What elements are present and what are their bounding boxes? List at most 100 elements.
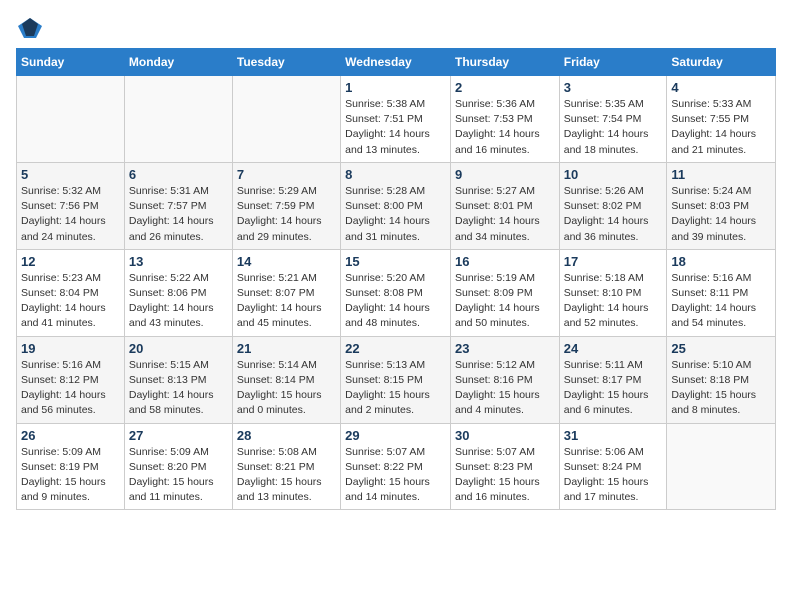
calendar-cell: 11 Sunrise: 5:24 AM Sunset: 8:03 PM Dayli… — [667, 162, 776, 249]
day-number: 22 — [345, 341, 446, 356]
day-info: Sunrise: 5:13 AM Sunset: 8:15 PM Dayligh… — [345, 358, 446, 419]
calendar-week-row: 1 Sunrise: 5:38 AM Sunset: 7:51 PM Daylig… — [17, 76, 776, 163]
day-number: 4 — [671, 80, 771, 95]
weekday-header: Tuesday — [232, 49, 340, 76]
day-number: 19 — [21, 341, 120, 356]
day-number: 27 — [129, 428, 228, 443]
weekday-header: Sunday — [17, 49, 125, 76]
day-number: 24 — [564, 341, 663, 356]
calendar-cell: 16 Sunrise: 5:19 AM Sunset: 8:09 PM Dayli… — [450, 249, 559, 336]
calendar-cell: 23 Sunrise: 5:12 AM Sunset: 8:16 PM Dayli… — [450, 336, 559, 423]
calendar-cell: 30Sunrise: 5:07 AM Sunset: 8:23 PM Dayli… — [450, 423, 559, 510]
day-number: 10 — [564, 167, 663, 182]
page-header — [16, 16, 776, 40]
day-info: Sunrise: 5:36 AM Sunset: 7:53 PM Dayligh… — [455, 97, 555, 158]
day-info: Sunrise: 5:14 AM Sunset: 8:14 PM Dayligh… — [237, 358, 336, 419]
calendar-cell — [667, 423, 776, 510]
calendar-cell — [124, 76, 232, 163]
weekday-header: Thursday — [450, 49, 559, 76]
calendar-cell: 4 Sunrise: 5:33 AM Sunset: 7:55 PM Daylig… — [667, 76, 776, 163]
day-info: Sunrise: 5:08 AM Sunset: 8:21 PM Dayligh… — [237, 445, 336, 506]
calendar-cell: 28 Sunrise: 5:08 AM Sunset: 8:21 PM Dayli… — [232, 423, 340, 510]
calendar-cell — [232, 76, 340, 163]
day-info: Sunrise: 5:29 AM Sunset: 7:59 PM Dayligh… — [237, 184, 336, 245]
calendar-cell: 15 Sunrise: 5:20 AM Sunset: 8:08 PM Dayli… — [341, 249, 451, 336]
day-number: 23 — [455, 341, 555, 356]
day-number: 12 — [21, 254, 120, 269]
day-info: Sunrise: 5:16 AM Sunset: 8:11 PM Dayligh… — [671, 271, 771, 332]
day-info: Sunrise: 5:31 AM Sunset: 7:57 PM Dayligh… — [129, 184, 228, 245]
calendar-cell: 1 Sunrise: 5:38 AM Sunset: 7:51 PM Daylig… — [341, 76, 451, 163]
logo — [16, 16, 44, 40]
calendar-cell: 21 Sunrise: 5:14 AM Sunset: 8:14 PM Dayli… — [232, 336, 340, 423]
day-number: 2 — [455, 80, 555, 95]
day-info: Sunrise: 5:38 AM Sunset: 7:51 PM Dayligh… — [345, 97, 446, 158]
day-info: Sunrise: 5:24 AM Sunset: 8:03 PM Dayligh… — [671, 184, 771, 245]
day-info: Sunrise: 5:20 AM Sunset: 8:08 PM Dayligh… — [345, 271, 446, 332]
day-info: Sunrise: 5:28 AM Sunset: 8:00 PM Dayligh… — [345, 184, 446, 245]
day-number: 7 — [237, 167, 336, 182]
calendar-cell: 9 Sunrise: 5:27 AM Sunset: 8:01 PM Daylig… — [450, 162, 559, 249]
calendar-cell: 10 Sunrise: 5:26 AM Sunset: 8:02 PM Dayli… — [559, 162, 667, 249]
calendar-cell — [17, 76, 125, 163]
calendar-week-row: 12Sunrise: 5:23 AM Sunset: 8:04 PM Dayli… — [17, 249, 776, 336]
logo-icon — [16, 16, 44, 40]
day-number: 1 — [345, 80, 446, 95]
calendar-cell: 17Sunrise: 5:18 AM Sunset: 8:10 PM Dayli… — [559, 249, 667, 336]
day-info: Sunrise: 5:09 AM Sunset: 8:19 PM Dayligh… — [21, 445, 120, 506]
day-info: Sunrise: 5:19 AM Sunset: 8:09 PM Dayligh… — [455, 271, 555, 332]
day-number: 18 — [671, 254, 771, 269]
calendar-cell: 7 Sunrise: 5:29 AM Sunset: 7:59 PM Daylig… — [232, 162, 340, 249]
calendar-table: SundayMondayTuesdayWednesdayThursdayFrid… — [16, 48, 776, 510]
calendar-cell: 29Sunrise: 5:07 AM Sunset: 8:22 PM Dayli… — [341, 423, 451, 510]
day-info: Sunrise: 5:15 AM Sunset: 8:13 PM Dayligh… — [129, 358, 228, 419]
calendar-cell: 27 Sunrise: 5:09 AM Sunset: 8:20 PM Dayli… — [124, 423, 232, 510]
day-number: 31 — [564, 428, 663, 443]
day-info: Sunrise: 5:32 AM Sunset: 7:56 PM Dayligh… — [21, 184, 120, 245]
calendar-week-row: 26 Sunrise: 5:09 AM Sunset: 8:19 PM Dayli… — [17, 423, 776, 510]
day-number: 3 — [564, 80, 663, 95]
calendar-cell: 5 Sunrise: 5:32 AM Sunset: 7:56 PM Daylig… — [17, 162, 125, 249]
calendar-cell: 14 Sunrise: 5:21 AM Sunset: 8:07 PM Dayli… — [232, 249, 340, 336]
weekday-header: Saturday — [667, 49, 776, 76]
calendar-week-row: 19 Sunrise: 5:16 AM Sunset: 8:12 PM Dayli… — [17, 336, 776, 423]
day-number: 28 — [237, 428, 336, 443]
day-info: Sunrise: 5:10 AM Sunset: 8:18 PM Dayligh… — [671, 358, 771, 419]
day-info: Sunrise: 5:33 AM Sunset: 7:55 PM Dayligh… — [671, 97, 771, 158]
calendar-cell: 2 Sunrise: 5:36 AM Sunset: 7:53 PM Daylig… — [450, 76, 559, 163]
day-number: 21 — [237, 341, 336, 356]
calendar-cell: 22 Sunrise: 5:13 AM Sunset: 8:15 PM Dayli… — [341, 336, 451, 423]
day-info: Sunrise: 5:12 AM Sunset: 8:16 PM Dayligh… — [455, 358, 555, 419]
calendar-cell: 24Sunrise: 5:11 AM Sunset: 8:17 PM Dayli… — [559, 336, 667, 423]
day-info: Sunrise: 5:07 AM Sunset: 8:23 PM Dayligh… — [455, 445, 555, 506]
day-info: Sunrise: 5:26 AM Sunset: 8:02 PM Dayligh… — [564, 184, 663, 245]
day-info: Sunrise: 5:18 AM Sunset: 8:10 PM Dayligh… — [564, 271, 663, 332]
day-number: 13 — [129, 254, 228, 269]
day-number: 8 — [345, 167, 446, 182]
calendar-cell: 8 Sunrise: 5:28 AM Sunset: 8:00 PM Daylig… — [341, 162, 451, 249]
calendar-cell: 25 Sunrise: 5:10 AM Sunset: 8:18 PM Dayli… — [667, 336, 776, 423]
day-number: 5 — [21, 167, 120, 182]
day-number: 14 — [237, 254, 336, 269]
day-number: 6 — [129, 167, 228, 182]
day-number: 9 — [455, 167, 555, 182]
weekday-header: Monday — [124, 49, 232, 76]
calendar-cell: 12Sunrise: 5:23 AM Sunset: 8:04 PM Dayli… — [17, 249, 125, 336]
calendar-cell: 20Sunrise: 5:15 AM Sunset: 8:13 PM Dayli… — [124, 336, 232, 423]
day-info: Sunrise: 5:07 AM Sunset: 8:22 PM Dayligh… — [345, 445, 446, 506]
day-number: 25 — [671, 341, 771, 356]
day-number: 26 — [21, 428, 120, 443]
weekday-header-row: SundayMondayTuesdayWednesdayThursdayFrid… — [17, 49, 776, 76]
day-number: 15 — [345, 254, 446, 269]
calendar-cell: 3 Sunrise: 5:35 AM Sunset: 7:54 PM Daylig… — [559, 76, 667, 163]
day-number: 16 — [455, 254, 555, 269]
calendar-cell: 18 Sunrise: 5:16 AM Sunset: 8:11 PM Dayli… — [667, 249, 776, 336]
calendar-cell: 6 Sunrise: 5:31 AM Sunset: 7:57 PM Daylig… — [124, 162, 232, 249]
day-info: Sunrise: 5:27 AM Sunset: 8:01 PM Dayligh… — [455, 184, 555, 245]
day-info: Sunrise: 5:16 AM Sunset: 8:12 PM Dayligh… — [21, 358, 120, 419]
day-info: Sunrise: 5:35 AM Sunset: 7:54 PM Dayligh… — [564, 97, 663, 158]
day-number: 11 — [671, 167, 771, 182]
day-info: Sunrise: 5:21 AM Sunset: 8:07 PM Dayligh… — [237, 271, 336, 332]
calendar-cell: 13Sunrise: 5:22 AM Sunset: 8:06 PM Dayli… — [124, 249, 232, 336]
day-info: Sunrise: 5:09 AM Sunset: 8:20 PM Dayligh… — [129, 445, 228, 506]
